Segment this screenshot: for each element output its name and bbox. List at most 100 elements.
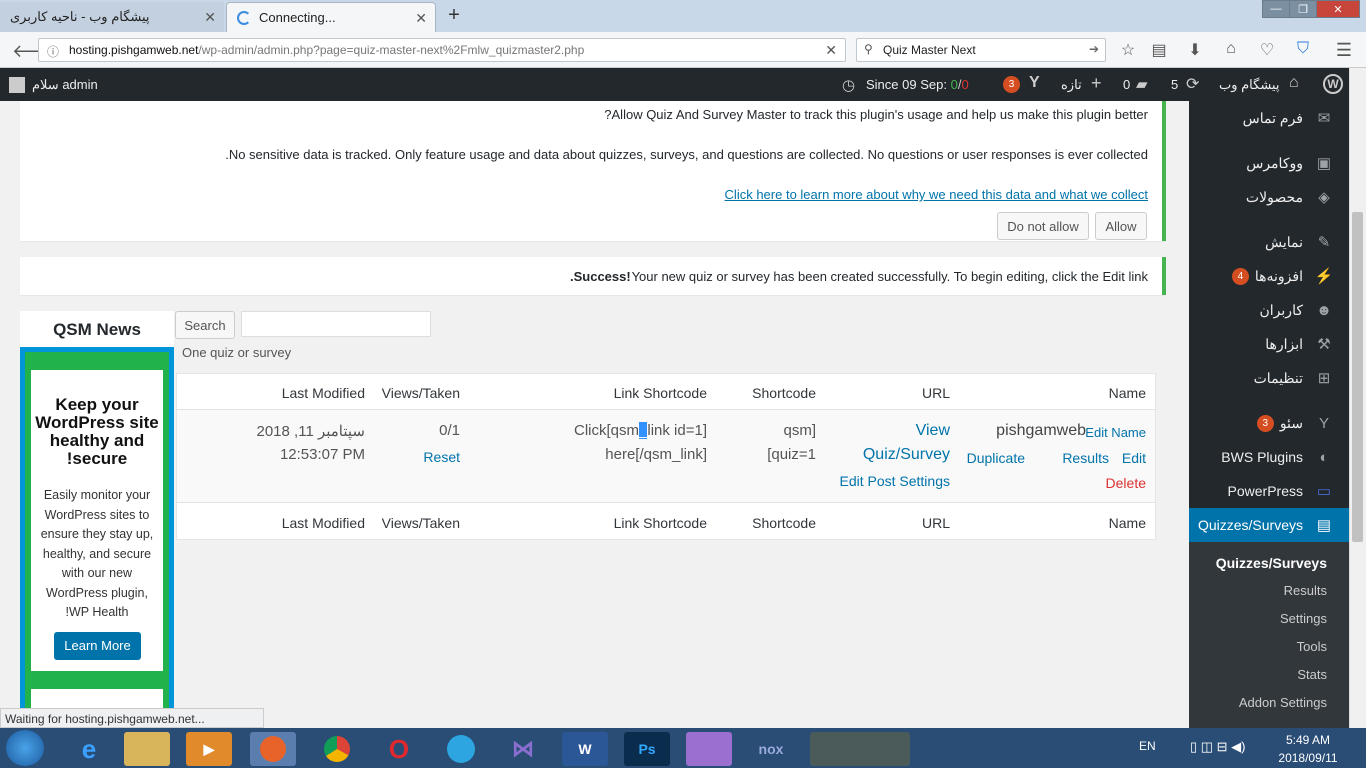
photoshop-icon[interactable]: Ps xyxy=(624,732,670,766)
scrollbar-thumb[interactable] xyxy=(1352,212,1363,542)
tab-pishgamweb[interactable]: پیشگام وب - ناحیه کاربری ✕ xyxy=(0,2,224,32)
sidebar-item-woocommerce[interactable]: ▣ ووکامرس xyxy=(1189,146,1349,180)
updates-count[interactable]: 5 xyxy=(1171,77,1178,92)
sidebar-item-label: افزونه‌ها xyxy=(1254,267,1303,284)
plus-icon[interactable]: + xyxy=(1091,73,1102,94)
submenu-addon-settings[interactable]: Addon Settings xyxy=(1189,695,1349,710)
stop-icon[interactable]: ✕ xyxy=(825,42,837,59)
col-last-modified[interactable]: Last Modified xyxy=(282,385,365,401)
do-not-allow-button[interactable]: Do not allow xyxy=(997,212,1089,240)
view-quiz-link-2[interactable]: Quiz/Survey xyxy=(863,446,950,464)
sidebar-item-settings[interactable]: ⊞ تنظیمات xyxy=(1189,361,1349,395)
home-icon[interactable]: ⌂ xyxy=(1221,40,1241,58)
sidebar-item-tools[interactable]: ⚒ ابزارها xyxy=(1189,327,1349,361)
col-link-shortcode: Link Shortcode xyxy=(613,515,707,531)
edit-name-link[interactable]: Edit Name xyxy=(1085,425,1146,440)
comment-icon[interactable]: ▰ xyxy=(1136,75,1148,93)
new-content-label[interactable]: تازه xyxy=(1061,77,1082,93)
edit-post-settings-link[interactable]: Edit Post Settings xyxy=(839,473,950,489)
sidebar-item-seo[interactable]: Y سئو 3 xyxy=(1189,406,1349,440)
ie-icon[interactable]: e xyxy=(66,732,112,766)
sidebar-item-products[interactable]: ◈ محصولات xyxy=(1189,180,1349,214)
user-icon: ☻ xyxy=(1316,301,1332,319)
app-icon[interactable] xyxy=(686,732,732,766)
window-close-button[interactable]: ✕ xyxy=(1316,0,1360,18)
home-icon[interactable]: ⌂ xyxy=(1289,74,1299,92)
tab-connecting[interactable]: Connecting... ✕ xyxy=(226,2,436,32)
bws-icon: ◐ xyxy=(1319,448,1329,466)
site-name[interactable]: پیشگام وب xyxy=(1219,77,1279,93)
sidebar-item-contact-form[interactable]: ✉ فرم تماس xyxy=(1189,101,1349,135)
allow-button[interactable]: Allow xyxy=(1095,212,1147,240)
language-indicator[interactable]: EN xyxy=(1139,739,1156,753)
comments-count[interactable]: 0 xyxy=(1123,77,1130,92)
info-icon[interactable]: ⓘ xyxy=(47,43,59,60)
word-icon[interactable]: W xyxy=(562,732,608,766)
search-go-icon[interactable]: ➔ xyxy=(1089,42,1099,56)
since-label[interactable]: Since 09 Sep: 0/0 xyxy=(866,77,969,92)
edit-link[interactable]: Edit xyxy=(1122,450,1146,466)
seo-badge: 3 xyxy=(1256,414,1274,432)
sidebar-item-bws-plugins[interactable]: ◐ BWS Plugins xyxy=(1189,440,1349,474)
submenu-settings[interactable]: Settings xyxy=(1189,611,1349,626)
taskbar-app-faded[interactable] xyxy=(810,732,910,766)
wp-admin-sidebar: ✉ فرم تماس ▣ ووکامرس ◈ محصولات ✎ نمایش ⚡ افزو… xyxy=(1181,101,1349,728)
back-arrow-icon[interactable]: 🡐 xyxy=(12,41,60,62)
search-button[interactable]: Search xyxy=(175,311,235,339)
results-link[interactable]: Results xyxy=(1062,450,1109,466)
pocket-icon[interactable]: ♡ xyxy=(1257,40,1277,60)
col-name[interactable]: Name xyxy=(1109,515,1146,531)
admin-greeting[interactable]: سلام admin xyxy=(32,77,98,93)
learn-more-button[interactable]: Learn More xyxy=(54,632,141,660)
search-bar[interactable]: ⚲ Quiz Master Next ➔ xyxy=(856,38,1106,62)
duplicate-link[interactable]: Duplicate xyxy=(967,450,1025,466)
menu-icon[interactable]: ☰ xyxy=(1334,40,1354,61)
submenu-tools[interactable]: Tools xyxy=(1189,639,1349,654)
sidebar-item-powerpress[interactable]: ▭ PowerPress xyxy=(1189,474,1349,508)
reset-link[interactable]: Reset xyxy=(423,449,460,465)
sidebar-item-users[interactable]: ☻ کاربران xyxy=(1189,293,1349,327)
maximize-button[interactable]: ❐ xyxy=(1289,0,1317,18)
firefox-icon[interactable] xyxy=(250,732,296,766)
sidebar-item-appearance[interactable]: ✎ نمایش xyxy=(1189,225,1349,259)
quiz-search-input[interactable] xyxy=(241,311,431,337)
extension-icon[interactable]: ⛉ xyxy=(1293,40,1313,58)
views-taken: 0/1 xyxy=(439,422,460,439)
view-quiz-link[interactable]: View xyxy=(916,422,950,440)
clock-date[interactable]: 2018/09/11 xyxy=(1270,751,1346,765)
wordpress-logo-icon[interactable]: W xyxy=(1323,74,1343,94)
downloads-icon[interactable]: ⬇ xyxy=(1185,40,1205,60)
close-tab-icon[interactable]: ✕ xyxy=(204,9,216,26)
bookmark-star-icon[interactable]: ☆ xyxy=(1118,40,1138,60)
nox-icon[interactable]: nox xyxy=(748,732,794,766)
submenu-results[interactable]: Results xyxy=(1189,583,1349,598)
col-name[interactable]: Name xyxy=(1109,385,1146,401)
sidebar-item-plugins[interactable]: ⚡ افزونه‌ها 4 xyxy=(1189,259,1349,293)
tray-icons[interactable]: ▯ ◫ ⊟ ◀) xyxy=(1190,739,1246,755)
yoast-badge[interactable]: 3 xyxy=(1003,76,1020,93)
quiz-name: pishgamweb xyxy=(996,422,1086,439)
chrome-icon[interactable] xyxy=(314,732,360,766)
submenu-quizzes[interactable]: Quizzes/Surveys xyxy=(1189,555,1349,571)
minimize-button[interactable]: — xyxy=(1262,0,1290,18)
clock-time[interactable]: 5:49 AM xyxy=(1278,733,1338,747)
media-player-icon[interactable]: ▶ xyxy=(186,732,232,766)
start-button[interactable] xyxy=(6,730,44,766)
col-last-modified[interactable]: Last Modified xyxy=(282,515,365,531)
tracking-line2: .No sensitive data is tracked. Only feat… xyxy=(225,147,1148,162)
visual-studio-icon[interactable]: ⋈ xyxy=(500,732,546,766)
close-tab-icon[interactable]: ✕ xyxy=(415,10,427,27)
opera-icon[interactable]: O xyxy=(376,732,422,766)
sidebar-item-quizzes[interactable]: ▤ Quizzes/Surveys xyxy=(1189,508,1349,542)
address-bar[interactable]: ⓘ hosting.pishgamweb.net/wp-admin/admin.… xyxy=(38,38,846,62)
new-tab-button[interactable]: + xyxy=(444,4,464,27)
explorer-icon[interactable] xyxy=(124,732,170,766)
delete-link[interactable]: Delete xyxy=(1106,475,1146,491)
avatar[interactable] xyxy=(9,77,25,93)
updates-icon[interactable]: ⟳ xyxy=(1186,74,1199,94)
learn-more-tracking-link[interactable]: Click here to learn more about why we ne… xyxy=(725,187,1148,202)
submenu-stats[interactable]: Stats xyxy=(1189,667,1349,682)
reading-list-icon[interactable]: ▤ xyxy=(1149,40,1169,60)
telegram-icon[interactable] xyxy=(438,732,484,766)
yoast-icon[interactable]: Y xyxy=(1029,74,1040,92)
